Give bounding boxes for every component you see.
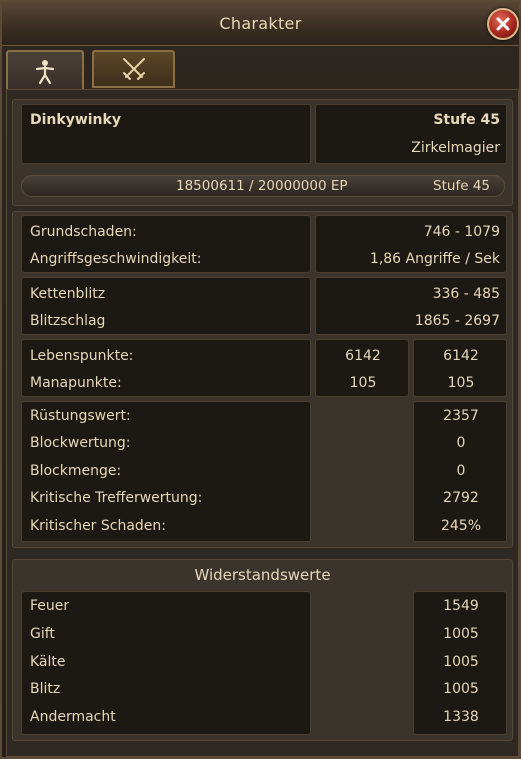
title-bar[interactable]: Charakter: [2, 2, 519, 46]
base-damage-value: 746 - 1079: [423, 224, 500, 240]
window-title: Charakter: [219, 14, 302, 33]
attack-speed-label: Angriffsgeschwindigkeit:: [30, 251, 202, 267]
life-max: 6142: [443, 348, 479, 364]
skill1-label: Kettenblitz: [30, 286, 106, 302]
character-window: Charakter Dinkywinky Stufe 45 Zirkelmagi…: [0, 0, 521, 759]
cold-value: 1005: [443, 654, 479, 670]
fire-value: 1549: [443, 598, 479, 614]
tab-combat[interactable]: [92, 50, 175, 88]
crit-rating-label: Kritische Trefferwertung:: [30, 490, 203, 506]
close-icon: [496, 17, 510, 31]
stats-panel: Dinkywinky Stufe 45 Zirkelmagier 1850061…: [6, 89, 519, 757]
xp-bar: 18500611 / 20000000 EP Stufe 45: [21, 175, 505, 197]
tab-character[interactable]: [6, 50, 84, 90]
othermight-label: Andermacht: [30, 709, 116, 725]
base-damage-label: Grundschaden:: [30, 224, 137, 240]
character-figure-icon: [35, 60, 55, 85]
othermight-value: 1338: [443, 709, 479, 725]
block-rating-label: Blockwertung:: [30, 435, 131, 451]
defense-labels-box: Rüstungswert: Blockwertung: Blockmenge: …: [21, 401, 311, 542]
crit-rating-value: 2792: [443, 490, 479, 506]
armor-value: 2357: [443, 408, 479, 424]
combat-stats-section: Grundschaden: Angriffsgeschwindigkeit: 7…: [12, 211, 513, 548]
cold-label: Kälte: [30, 654, 66, 670]
life-current: 6142: [345, 348, 381, 364]
skills-values-box: 336 - 485 1865 - 2697: [315, 277, 507, 335]
lightning-label: Blitz: [30, 681, 61, 697]
crossed-swords-icon: [122, 58, 145, 80]
fire-label: Feuer: [30, 598, 70, 614]
lightning-value: 1005: [443, 681, 479, 697]
resistances-section: Widerstandswerte Feuer Gift Kälte Blitz …: [12, 559, 513, 741]
mana-max: 105: [447, 375, 475, 391]
poison-label: Gift: [30, 626, 55, 642]
crit-damage-value: 245%: [440, 518, 482, 534]
life-label: Lebenspunkte:: [30, 348, 134, 364]
resistances-title: Widerstandswerte: [194, 566, 331, 584]
vitals-max-box: 6142 105: [413, 339, 507, 397]
xp-level: Stufe 45: [433, 178, 490, 194]
resistance-values-box: 1549 1005 1005 1005 1338: [413, 591, 507, 735]
poison-value: 1005: [443, 626, 479, 642]
tab-bar: [6, 50, 175, 90]
class-name: Zirkelmagier: [411, 140, 500, 156]
skills-labels-box: Kettenblitz Blitzschlag: [21, 277, 311, 335]
block-rating-value: 0: [456, 435, 466, 451]
defense-values-box: 2357 0 0 2792 245%: [413, 401, 507, 542]
mana-current: 105: [349, 375, 377, 391]
vitals-current-box: 6142 105: [315, 339, 409, 397]
close-button[interactable]: [487, 8, 519, 40]
name-box: Dinkywinky: [21, 104, 311, 164]
armor-label: Rüstungswert:: [30, 408, 131, 424]
skill2-label: Blitzschlag: [30, 313, 106, 329]
damage-values-box: 746 - 1079 1,86 Angriffe / Sek: [315, 215, 507, 273]
crit-damage-label: Kritischer Schaden:: [30, 518, 167, 534]
resistance-labels-box: Feuer Gift Kälte Blitz Andermacht: [21, 591, 311, 735]
skill2-value: 1865 - 2697: [414, 313, 500, 329]
profile-section: Dinkywinky Stufe 45 Zirkelmagier 1850061…: [12, 99, 513, 206]
xp-text: 18500611 / 20000000 EP: [176, 178, 348, 194]
level-box: Stufe 45 Zirkelmagier: [315, 104, 507, 164]
mana-label: Manapunkte:: [30, 375, 122, 391]
skill1-value: 336 - 485: [432, 286, 500, 302]
vitals-labels-box: Lebenspunkte: Manapunkte:: [21, 339, 311, 397]
character-name: Dinkywinky: [30, 112, 121, 128]
block-amount-value: 0: [456, 463, 466, 479]
damage-labels-box: Grundschaden: Angriffsgeschwindigkeit:: [21, 215, 311, 273]
attack-speed-value: 1,86 Angriffe / Sek: [369, 251, 500, 267]
block-amount-label: Blockmenge:: [30, 463, 122, 479]
level-label: Stufe 45: [433, 112, 500, 128]
